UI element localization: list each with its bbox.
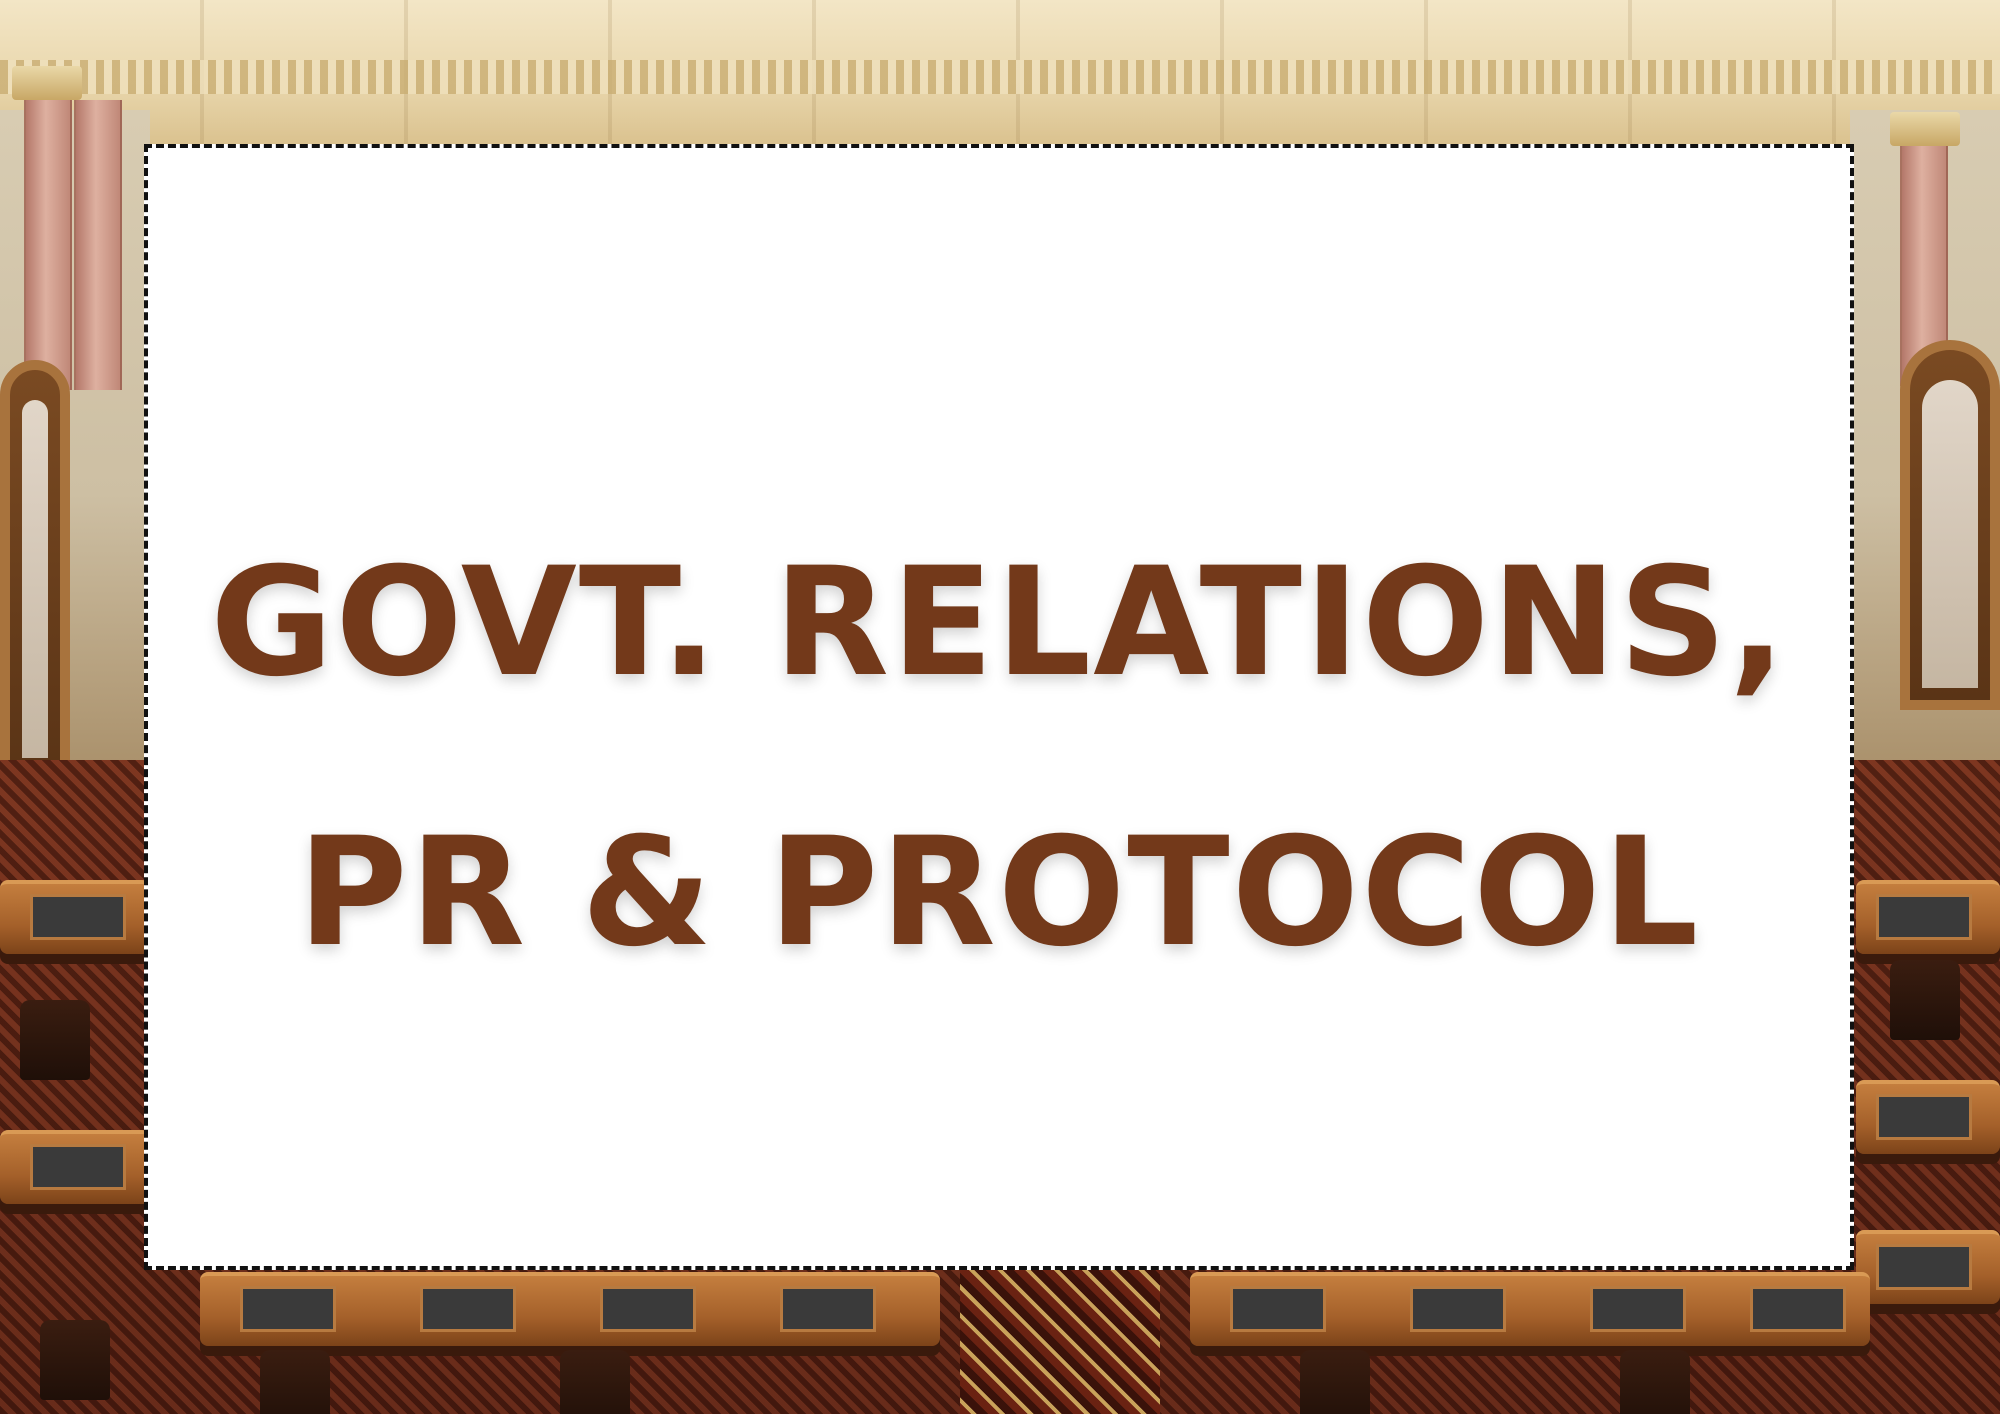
- desk-chair: [40, 1320, 110, 1400]
- desk-row: [1856, 880, 2000, 954]
- title-card: GOVT. RELATIONS, PR & PROTOCOL: [144, 144, 1854, 1270]
- desk-chair: [20, 1000, 90, 1080]
- desk-row: [1856, 1230, 2000, 1304]
- column-capital: [1890, 112, 1960, 146]
- marble-column: [74, 100, 122, 390]
- arched-window: [1900, 340, 2000, 710]
- desk-chair: [260, 1350, 330, 1414]
- title-line-1: GOVT. RELATIONS,: [210, 536, 1788, 710]
- desk-row: [0, 1130, 150, 1204]
- column-capital: [12, 66, 82, 100]
- desk-chair: [1300, 1350, 1370, 1414]
- desk-chair: [1890, 960, 1960, 1040]
- arched-window: [0, 360, 70, 780]
- title-line-2: PR & PROTOCOL: [297, 806, 1701, 980]
- desk-chair: [1620, 1350, 1690, 1414]
- desk-chair: [560, 1350, 630, 1414]
- marble-column: [24, 100, 72, 390]
- desk-row: [1856, 1080, 2000, 1154]
- ceiling-cornice: [0, 60, 2000, 94]
- desk-row: [1190, 1272, 1870, 1346]
- page-title: GOVT. RELATIONS, PR & PROTOCOL: [148, 488, 1850, 1028]
- patterned-aisle-carpet: [960, 1270, 1160, 1414]
- desk-row: [0, 880, 150, 954]
- desk-row: [200, 1272, 940, 1346]
